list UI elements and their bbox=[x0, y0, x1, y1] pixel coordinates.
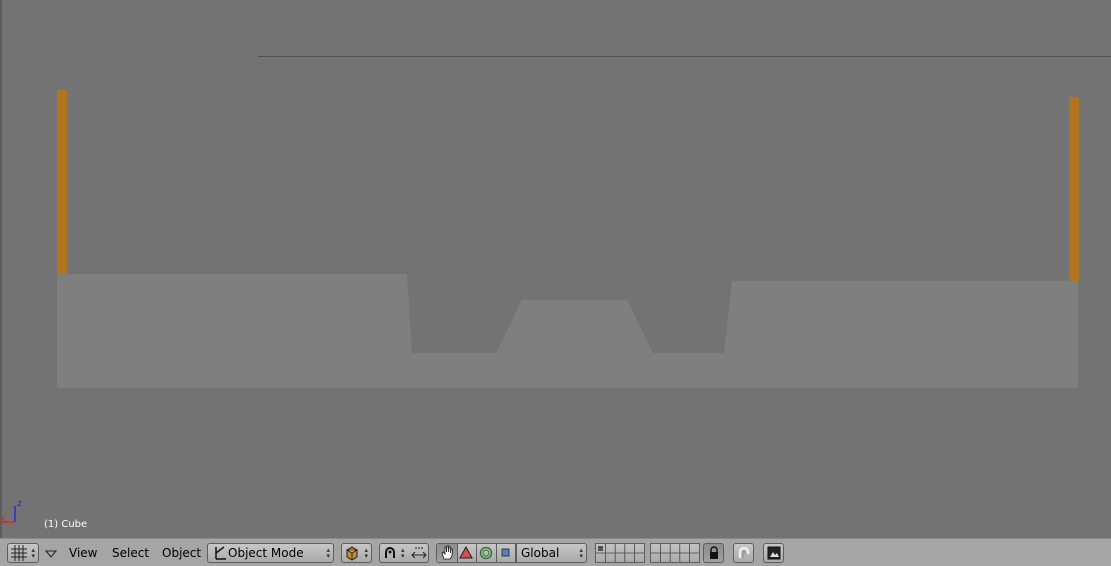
mode-dropdown-value: Object Mode bbox=[228, 546, 304, 560]
updown-arrows-icon: ▴ ▾ bbox=[364, 546, 368, 560]
selected-edge-right[interactable] bbox=[1069, 97, 1079, 281]
updown-arrows-icon: ▴ ▾ bbox=[401, 546, 405, 560]
scale-icon bbox=[501, 548, 510, 557]
axis-z-label: z bbox=[17, 499, 22, 509]
orientation-dropdown-value: Global bbox=[521, 546, 560, 560]
pivot-icon bbox=[385, 547, 395, 558]
solid-shading-icon bbox=[345, 546, 359, 561]
grid-icon bbox=[11, 545, 27, 561]
layer-buttons-1[interactable] bbox=[595, 543, 645, 563]
object-mode-icon bbox=[215, 546, 226, 560]
pivot-dropdown[interactable]: ▴ ▾ bbox=[379, 543, 429, 563]
mesh-object[interactable] bbox=[0, 0, 1111, 538]
layer-grid bbox=[596, 544, 644, 562]
menu-collapse-icon[interactable] bbox=[45, 550, 57, 558]
snap-button[interactable] bbox=[733, 543, 754, 563]
3d-viewport[interactable]: z x (1) Cube bbox=[0, 0, 1111, 538]
axis-gizmo: z x bbox=[0, 499, 22, 524]
translate-icon bbox=[459, 546, 473, 559]
active-layer-indicator bbox=[598, 546, 603, 551]
transform-widget-icon bbox=[411, 547, 427, 559]
mode-dropdown[interactable]: Object Mode ▴ ▾ bbox=[207, 543, 334, 563]
draw-type-dropdown[interactable]: ▴ ▾ bbox=[341, 543, 372, 563]
active-object-label: (1) Cube bbox=[44, 519, 88, 530]
translate-manipulator[interactable] bbox=[457, 544, 477, 562]
axis-x-label: x bbox=[0, 514, 6, 524]
orientation-dropdown[interactable]: Global ▴ ▾ bbox=[516, 543, 587, 563]
3d-view-header: ▴ ▾ View Select Object Object Mode ▴ ▾ ▴ ▾ bbox=[0, 538, 1111, 566]
menu-select[interactable]: Select bbox=[112, 546, 149, 560]
updown-arrows-icon: ▴ ▾ bbox=[31, 546, 35, 560]
magnet-icon bbox=[738, 546, 750, 558]
hand-icon bbox=[441, 545, 453, 560]
menu-object[interactable]: Object bbox=[162, 546, 201, 560]
rotate-icon bbox=[479, 546, 493, 560]
selected-edge-left[interactable] bbox=[57, 90, 67, 274]
updown-arrows-icon: ▴ ▾ bbox=[326, 546, 330, 560]
manipulator-group bbox=[436, 543, 516, 563]
mesh-face bbox=[57, 274, 1078, 388]
scale-manipulator[interactable] bbox=[496, 544, 516, 562]
lock-icon bbox=[710, 546, 718, 559]
image-icon bbox=[767, 546, 781, 560]
updown-arrows-icon: ▴ ▾ bbox=[579, 546, 583, 560]
manipulator-toggle[interactable] bbox=[437, 544, 458, 562]
render-preview-button[interactable] bbox=[763, 543, 784, 563]
menu-view[interactable]: View bbox=[69, 546, 97, 560]
layer-buttons-2[interactable] bbox=[650, 543, 700, 563]
rotate-manipulator[interactable] bbox=[476, 544, 497, 562]
lock-layers-button[interactable] bbox=[703, 543, 724, 563]
layer-grid bbox=[651, 544, 699, 562]
editor-type-button[interactable]: ▴ ▾ bbox=[7, 543, 39, 563]
